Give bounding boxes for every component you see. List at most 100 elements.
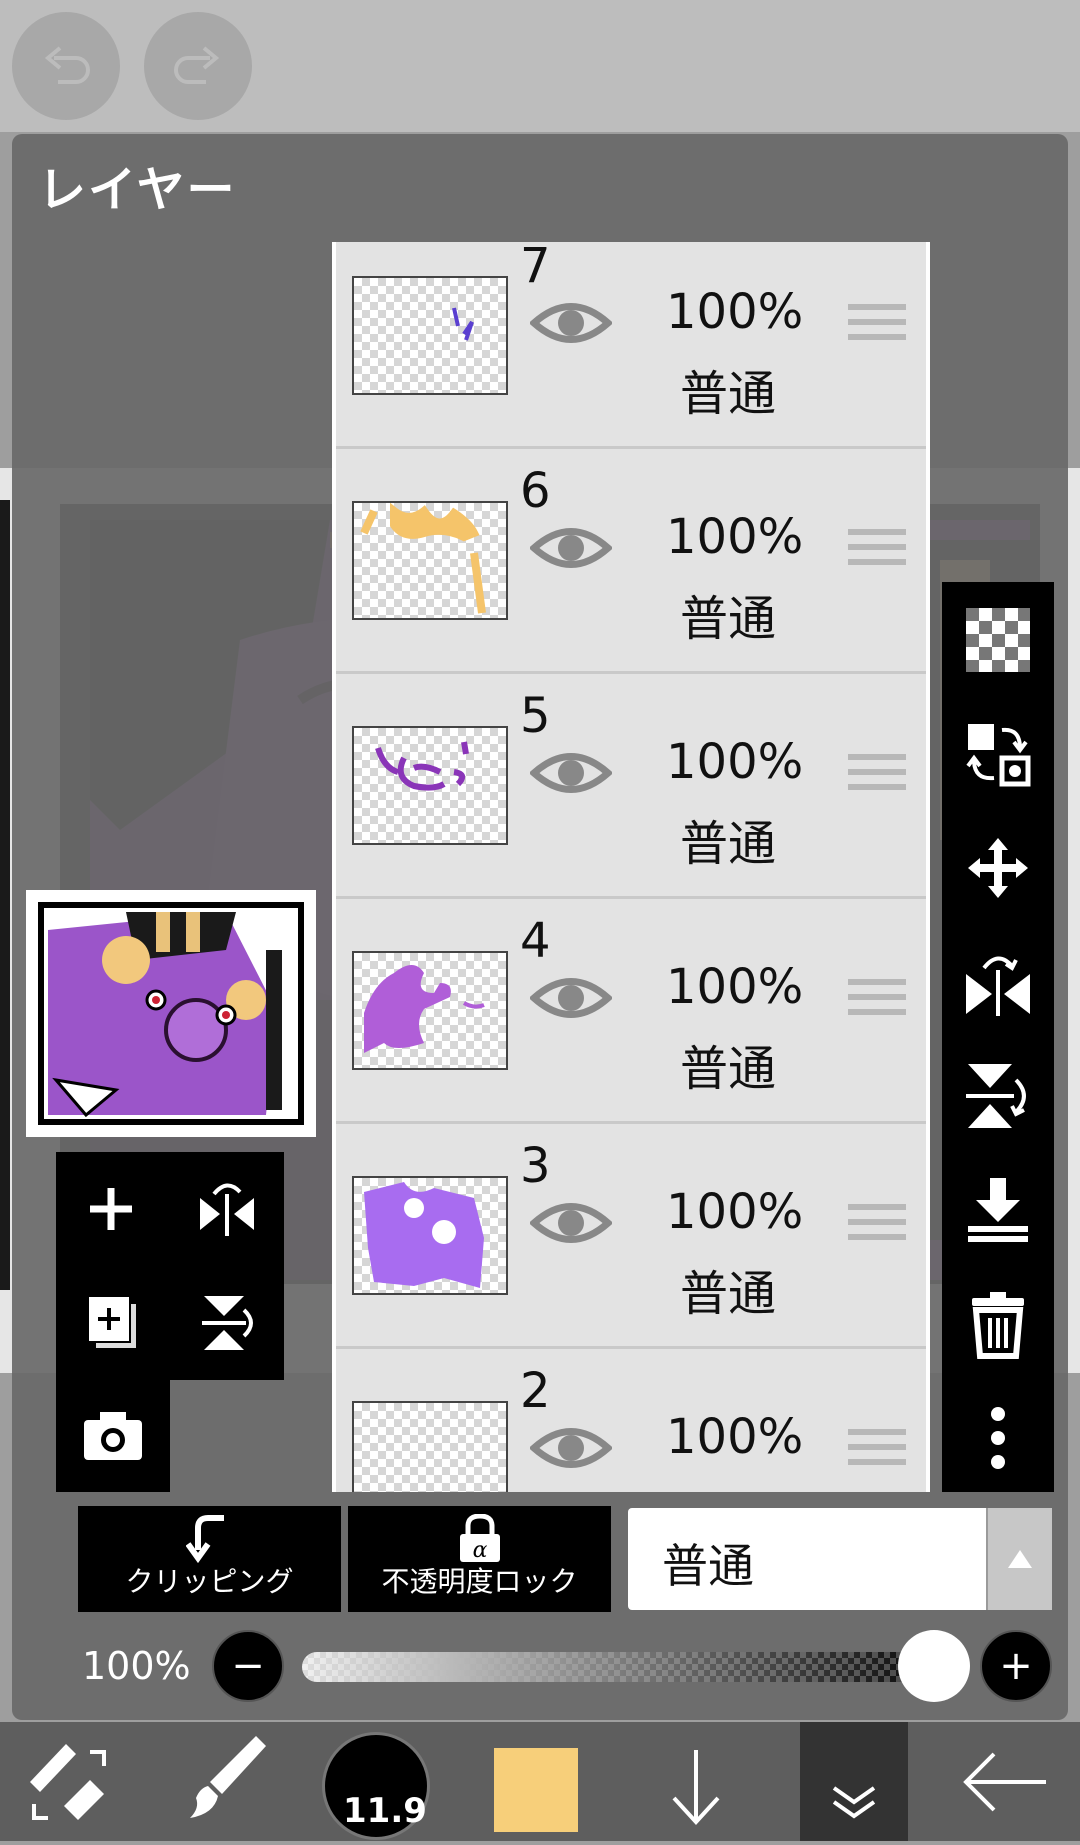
back-arrow-icon [963, 1752, 1046, 1812]
camera-button[interactable] [78, 1402, 148, 1472]
transform-icon [30, 1744, 106, 1820]
redo-icon [174, 46, 220, 84]
flip-vertical-icon [966, 1064, 1026, 1128]
visibility-eye-icon[interactable] [530, 1196, 612, 1250]
layer-swap-button[interactable] [962, 718, 1034, 790]
more-icon [991, 1407, 1005, 1469]
layer-blend-mode: 普通 [680, 366, 777, 422]
opacity-decrease-button[interactable]: − [212, 1630, 284, 1702]
blend-mode-value: 普通 [662, 1539, 754, 1593]
opacity-slider-knob[interactable] [898, 1630, 970, 1702]
clipping-label: クリッピング [125, 1565, 294, 1598]
brush-size-button[interactable]: 11.9 [322, 1732, 430, 1840]
plus-icon: + [999, 1643, 1033, 1689]
download-arrow-icon [672, 1750, 720, 1825]
drag-handle-icon[interactable] [848, 979, 906, 1024]
lock-icon: α [460, 1514, 500, 1563]
undo-icon [44, 46, 90, 84]
canvas-preview [26, 890, 316, 1137]
layer-number: 5 [520, 688, 551, 744]
layer-swap-icon [966, 724, 1031, 787]
opacity-increase-button[interactable]: + [980, 1630, 1052, 1702]
layer-opacity: 100% [666, 959, 804, 1015]
visibility-eye-icon[interactable] [530, 971, 612, 1025]
dropdown-arrow-icon[interactable] [986, 1508, 1052, 1610]
layer-row[interactable]: 7 100% 普通 [336, 242, 926, 449]
layer-thumbnail [352, 1176, 508, 1295]
merge-down-icon [968, 1178, 1028, 1242]
panel-title: レイヤー [38, 162, 237, 218]
more-options-button[interactable] [962, 1402, 1034, 1474]
clipping-icon [186, 1515, 224, 1564]
transparent-bg-icon [966, 608, 1030, 672]
layer-blend-mode: 普通 [680, 591, 777, 647]
layer-list[interactable]: 7 100% 普通 6 100% 普通 5 100% 普通 4 100% 普通 … [332, 242, 930, 1492]
alpha-lock-label: 不透明度ロック [381, 1565, 578, 1598]
layer-opacity: 100% [666, 1184, 804, 1240]
layer-thumbnail [352, 501, 508, 620]
camera-icon [84, 1412, 142, 1460]
flip-horizontal-button[interactable] [192, 1174, 262, 1244]
merge-down-button[interactable] [962, 1174, 1034, 1246]
color-swatch[interactable] [494, 1748, 578, 1832]
layer-row[interactable]: 5 100% 普通 [336, 674, 926, 899]
layer-opacity: 100% [666, 1409, 804, 1465]
clipping-button[interactable]: クリッピング [78, 1506, 341, 1612]
visibility-eye-icon[interactable] [530, 746, 612, 800]
layer-blend-mode: 普通 [680, 816, 777, 872]
flip-vertical-button[interactable] [192, 1288, 262, 1358]
add-layer-button[interactable] [76, 1174, 146, 1244]
layer-thumbnail [352, 951, 508, 1070]
move-icon [968, 838, 1028, 898]
layers-collapse-button[interactable] [800, 1722, 908, 1841]
layer-number: 3 [520, 1138, 551, 1194]
transparent-bg-button[interactable] [962, 604, 1034, 676]
visibility-eye-icon[interactable] [530, 1421, 612, 1475]
redo-button[interactable] [144, 12, 252, 120]
right-tool-column [942, 582, 1054, 1492]
layer-blend-mode: 普通 [680, 1266, 777, 1322]
trash-icon [972, 1292, 1024, 1359]
visibility-eye-icon[interactable] [530, 521, 612, 575]
opacity-slider-track[interactable] [302, 1652, 958, 1682]
layer-opacity: 100% [666, 734, 804, 790]
brush-size-value: 11.9 [343, 1791, 427, 1831]
drag-handle-icon[interactable] [848, 529, 906, 574]
layer-number: 4 [520, 913, 551, 969]
layer-opacity: 100% [666, 509, 804, 565]
layers-collapse-icon [832, 1786, 876, 1819]
download-button[interactable] [660, 1722, 760, 1841]
left-tool-box [56, 1152, 284, 1380]
duplicate-layer-icon [87, 1295, 136, 1348]
minus-icon: − [231, 1643, 265, 1689]
flip-horizontal-button[interactable] [962, 946, 1034, 1018]
alpha-lock-button[interactable]: α 不透明度ロック [348, 1506, 611, 1612]
add-layer-icon [90, 1188, 132, 1230]
flip-horizontal-icon [966, 956, 1030, 1016]
drag-handle-icon[interactable] [848, 304, 906, 349]
transform-button[interactable] [20, 1722, 120, 1841]
layer-thumbnail [352, 1401, 508, 1492]
move-button[interactable] [962, 832, 1034, 904]
undo-button[interactable] [12, 12, 120, 120]
delete-layer-button[interactable] [962, 1288, 1034, 1360]
layer-row[interactable]: 4 100% 普通 [336, 899, 926, 1124]
blend-mode-select[interactable]: 普通 [628, 1508, 1052, 1610]
layer-row[interactable]: 3 100% 普通 [336, 1124, 926, 1349]
drag-handle-icon[interactable] [848, 754, 906, 799]
back-button[interactable] [950, 1722, 1060, 1841]
layer-row[interactable]: 2 100% [336, 1349, 926, 1492]
layer-row[interactable]: 6 100% 普通 [336, 449, 926, 674]
drag-handle-icon[interactable] [848, 1204, 906, 1249]
brush-icon [190, 1736, 266, 1818]
brush-button[interactable] [176, 1722, 276, 1841]
drag-handle-icon[interactable] [848, 1429, 906, 1474]
duplicate-layer-button[interactable] [76, 1288, 146, 1358]
layer-number: 7 [520, 242, 551, 294]
layer-number: 2 [520, 1363, 551, 1419]
layer-thumbnail [352, 726, 508, 845]
layer-thumbnail [352, 276, 508, 395]
flip-vertical-icon [202, 1296, 253, 1350]
flip-vertical-button[interactable] [962, 1060, 1034, 1132]
visibility-eye-icon[interactable] [530, 296, 612, 350]
